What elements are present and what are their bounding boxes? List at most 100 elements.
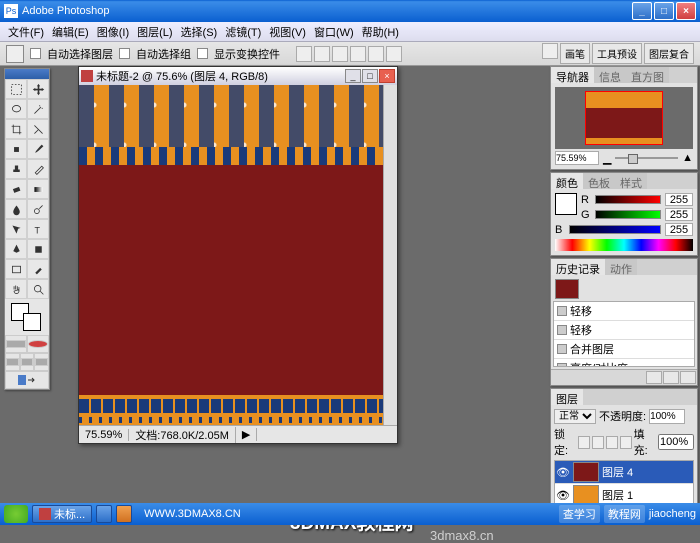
hand-tool[interactable] bbox=[5, 279, 27, 299]
canvas[interactable] bbox=[79, 85, 383, 425]
visibility-icon[interactable]: 👁 bbox=[556, 488, 570, 502]
standard-mode[interactable] bbox=[5, 335, 27, 353]
jump-to-imageready[interactable] bbox=[5, 371, 49, 389]
tab-history[interactable]: 历史记录 bbox=[551, 259, 605, 275]
menu-window[interactable]: 窗口(W) bbox=[310, 22, 358, 42]
menu-image[interactable]: 图像(I) bbox=[93, 22, 133, 42]
blend-mode-select[interactable]: 正常 bbox=[554, 409, 596, 424]
fill-input[interactable] bbox=[658, 434, 694, 450]
tab-color[interactable]: 颜色 bbox=[551, 173, 583, 189]
g-slider[interactable] bbox=[595, 210, 661, 219]
heal-tool[interactable] bbox=[5, 139, 27, 159]
tab-info[interactable]: 信息 bbox=[594, 67, 626, 83]
move-tool[interactable] bbox=[27, 79, 49, 99]
tray-badge[interactable]: 教程网 bbox=[604, 505, 645, 523]
menu-file[interactable]: 文件(F) bbox=[4, 22, 48, 42]
navigator-zoom-input[interactable] bbox=[555, 151, 599, 165]
slice-tool[interactable] bbox=[27, 119, 49, 139]
r-slider[interactable] bbox=[595, 195, 661, 204]
brush-tool[interactable] bbox=[27, 139, 49, 159]
zoom-slider[interactable] bbox=[615, 157, 678, 159]
background-color[interactable] bbox=[23, 313, 41, 331]
align-icon[interactable] bbox=[386, 46, 402, 62]
menu-help[interactable]: 帮助(H) bbox=[358, 22, 403, 42]
lock-all-icon[interactable] bbox=[620, 436, 632, 449]
zoom-field[interactable]: 75.59% bbox=[79, 429, 129, 441]
menu-layer[interactable]: 图层(L) bbox=[133, 22, 176, 42]
visibility-icon[interactable]: 👁 bbox=[556, 465, 570, 479]
b-slider[interactable] bbox=[569, 225, 661, 234]
navigator-thumbnail[interactable] bbox=[555, 87, 693, 149]
new-document-button[interactable] bbox=[663, 371, 679, 384]
tab-histogram[interactable]: 直方图 bbox=[626, 67, 669, 83]
lock-position-icon[interactable] bbox=[606, 436, 618, 449]
wand-tool[interactable] bbox=[27, 99, 49, 119]
path-tool[interactable] bbox=[5, 219, 27, 239]
layer-item[interactable]: 👁 图层 4 bbox=[555, 461, 693, 484]
menu-edit[interactable]: 编辑(E) bbox=[48, 22, 93, 42]
zoom-out-icon[interactable]: ▁ bbox=[603, 152, 611, 165]
type-tool[interactable]: T bbox=[27, 219, 49, 239]
history-snapshot-thumb[interactable] bbox=[555, 279, 579, 299]
dock-tab-presets[interactable]: 工具预设 bbox=[592, 43, 642, 64]
align-icon[interactable] bbox=[314, 46, 330, 62]
checkbox-show-transform[interactable] bbox=[197, 48, 208, 59]
history-item[interactable]: 轻移 bbox=[554, 321, 694, 340]
dock-tab-brushes[interactable]: 画笔 bbox=[560, 43, 590, 64]
vertical-scrollbar[interactable] bbox=[383, 85, 397, 425]
menu-filter[interactable]: 滤镜(T) bbox=[221, 22, 265, 42]
start-button[interactable] bbox=[4, 505, 28, 523]
layer-name[interactable]: 图层 4 bbox=[602, 464, 633, 480]
history-item[interactable]: 亮度/对比度 bbox=[554, 359, 694, 367]
history-item[interactable]: 轻移 bbox=[554, 302, 694, 321]
align-icon[interactable] bbox=[368, 46, 384, 62]
checkbox-auto-select-layer[interactable] bbox=[30, 48, 41, 59]
gradient-tool[interactable] bbox=[27, 179, 49, 199]
r-value[interactable]: 255 bbox=[665, 193, 693, 206]
lasso-tool[interactable] bbox=[5, 99, 27, 119]
align-icon[interactable] bbox=[350, 46, 366, 62]
lock-pixels-icon[interactable] bbox=[592, 436, 604, 449]
history-item[interactable]: 合并图层 bbox=[554, 340, 694, 359]
tab-styles[interactable]: 样式 bbox=[615, 173, 647, 189]
history-brush-tool[interactable] bbox=[27, 159, 49, 179]
lock-transparency-icon[interactable] bbox=[578, 436, 590, 449]
eyedropper-tool[interactable] bbox=[27, 259, 49, 279]
stamp-tool[interactable] bbox=[5, 159, 27, 179]
menu-view[interactable]: 视图(V) bbox=[265, 22, 310, 42]
layer-name[interactable]: 图层 1 bbox=[602, 487, 633, 503]
tab-actions[interactable]: 动作 bbox=[605, 259, 637, 275]
g-value[interactable]: 255 bbox=[665, 208, 693, 221]
screen-full[interactable] bbox=[34, 353, 49, 371]
layer-thumbnail[interactable] bbox=[573, 485, 599, 505]
pen-tool[interactable] bbox=[5, 239, 27, 259]
screen-full-menu[interactable] bbox=[20, 353, 35, 371]
color-spectrum[interactable] bbox=[555, 239, 693, 251]
b-value[interactable]: 255 bbox=[665, 223, 693, 236]
quickmask-mode[interactable] bbox=[27, 335, 49, 353]
checkbox-auto-select-group[interactable] bbox=[119, 48, 130, 59]
zoom-tool[interactable] bbox=[27, 279, 49, 299]
minimize-button[interactable]: _ bbox=[632, 2, 652, 20]
screen-standard[interactable] bbox=[5, 353, 20, 371]
opacity-input[interactable] bbox=[649, 409, 685, 424]
taskbar-item[interactable] bbox=[96, 505, 112, 523]
doc-minimize-button[interactable]: _ bbox=[345, 69, 361, 83]
align-icon[interactable] bbox=[332, 46, 348, 62]
color-swatch[interactable] bbox=[555, 193, 577, 215]
taskbar-item[interactable] bbox=[116, 505, 132, 523]
tab-swatches[interactable]: 色板 bbox=[583, 173, 615, 189]
layer-thumbnail[interactable] bbox=[573, 462, 599, 482]
zoom-in-icon[interactable]: ▲ bbox=[682, 152, 693, 164]
taskbar-item[interactable]: 未标... bbox=[32, 505, 92, 523]
blur-tool[interactable] bbox=[5, 199, 27, 219]
marquee-tool[interactable] bbox=[5, 79, 27, 99]
current-tool-icon[interactable] bbox=[6, 45, 24, 63]
close-button[interactable]: × bbox=[676, 2, 696, 20]
toolbox-header[interactable] bbox=[5, 69, 49, 79]
tab-layers[interactable]: 图层 bbox=[551, 389, 583, 405]
dodge-tool[interactable] bbox=[27, 199, 49, 219]
delete-state-button[interactable] bbox=[680, 371, 696, 384]
eraser-tool[interactable] bbox=[5, 179, 27, 199]
notes-tool[interactable] bbox=[5, 259, 27, 279]
